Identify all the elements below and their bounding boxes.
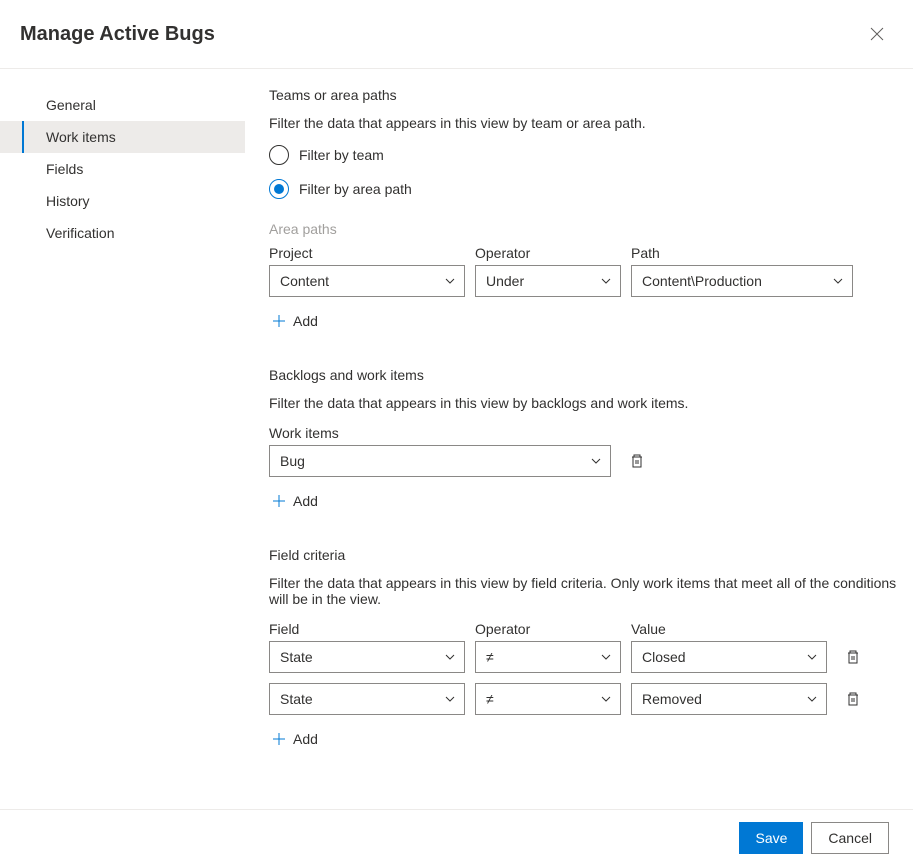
cancel-button[interactable]: Cancel	[811, 822, 889, 854]
field-label: Field	[269, 621, 465, 637]
dialog-header: Manage Active Bugs	[0, 0, 913, 69]
section-title: Backlogs and work items	[269, 367, 903, 383]
value-label: Value	[631, 621, 827, 637]
delete-criteria-button[interactable]	[837, 641, 869, 673]
add-label: Add	[293, 493, 318, 509]
teams-section: Teams or area paths Filter the data that…	[269, 87, 903, 335]
dropdown-value: Removed	[642, 691, 702, 707]
work-items-label: Work items	[269, 425, 903, 441]
sidebar: General Work items Fields History Verifi…	[0, 69, 245, 809]
dropdown-value: Bug	[280, 453, 305, 469]
section-title: Field criteria	[269, 547, 903, 563]
field-dropdown[interactable]: State	[269, 641, 465, 673]
area-path-row: Project Content Operator Under Path	[269, 245, 903, 297]
radio-icon	[269, 145, 289, 165]
dropdown-value: State	[280, 649, 313, 665]
work-item-row: Bug	[269, 445, 903, 477]
field-dropdown[interactable]: State	[269, 683, 465, 715]
project-dropdown[interactable]: Content	[269, 265, 465, 297]
add-label: Add	[293, 731, 318, 747]
project-label: Project	[269, 245, 465, 261]
add-criteria-button[interactable]: Add	[269, 725, 903, 753]
section-desc: Filter the data that appears in this vie…	[269, 115, 903, 131]
work-item-dropdown[interactable]: Bug	[269, 445, 611, 477]
trash-icon	[845, 649, 861, 665]
trash-icon	[629, 453, 645, 469]
chevron-down-icon	[806, 651, 818, 663]
dropdown-value: Under	[486, 273, 524, 289]
delete-work-item-button[interactable]	[621, 445, 653, 477]
chevron-down-icon	[600, 651, 612, 663]
add-label: Add	[293, 313, 318, 329]
operator-label: Operator	[475, 621, 621, 637]
chevron-down-icon	[832, 275, 844, 287]
dropdown-value: Content\Production	[642, 273, 762, 289]
dropdown-value: Content	[280, 273, 329, 289]
sidebar-item-label: History	[46, 193, 90, 209]
area-paths-label: Area paths	[269, 221, 903, 237]
content-area: Teams or area paths Filter the data that…	[245, 69, 913, 809]
criteria-row: State ≠ Removed	[269, 683, 903, 715]
sidebar-item-label: Work items	[46, 129, 116, 145]
dialog-footer: Save Cancel	[0, 809, 913, 866]
chevron-down-icon	[806, 693, 818, 705]
section-desc: Filter the data that appears in this vie…	[269, 575, 903, 607]
sidebar-item-general[interactable]: General	[0, 89, 245, 121]
value-dropdown[interactable]: Removed	[631, 683, 827, 715]
radio-filter-by-team[interactable]: Filter by team	[269, 145, 903, 165]
path-label: Path	[631, 245, 853, 261]
plus-icon	[271, 731, 287, 747]
chevron-down-icon	[590, 455, 602, 467]
close-button[interactable]	[861, 18, 893, 50]
delete-criteria-button[interactable]	[837, 683, 869, 715]
chevron-down-icon	[444, 651, 456, 663]
chevron-down-icon	[600, 275, 612, 287]
radio-label: Filter by area path	[299, 181, 412, 197]
radio-icon	[269, 179, 289, 199]
dropdown-value: ≠	[486, 691, 494, 707]
radio-label: Filter by team	[299, 147, 384, 163]
operator-dropdown[interactable]: ≠	[475, 641, 621, 673]
dropdown-value: ≠	[486, 649, 494, 665]
plus-icon	[271, 313, 287, 329]
chevron-down-icon	[600, 693, 612, 705]
sidebar-item-label: General	[46, 97, 96, 113]
save-button[interactable]: Save	[739, 822, 803, 854]
backlogs-section: Backlogs and work items Filter the data …	[269, 367, 903, 515]
trash-icon	[845, 691, 861, 707]
sidebar-item-fields[interactable]: Fields	[0, 153, 245, 185]
sidebar-item-work-items[interactable]: Work items	[0, 121, 245, 153]
operator-dropdown[interactable]: Under	[475, 265, 621, 297]
plus-icon	[271, 493, 287, 509]
criteria-row: Field State Operator ≠ Value	[269, 621, 903, 673]
dialog-body: General Work items Fields History Verifi…	[0, 69, 913, 809]
dropdown-value: State	[280, 691, 313, 707]
operator-label: Operator	[475, 245, 621, 261]
dialog-title: Manage Active Bugs	[20, 23, 215, 46]
chevron-down-icon	[444, 693, 456, 705]
add-work-item-button[interactable]: Add	[269, 487, 903, 515]
section-title: Teams or area paths	[269, 87, 903, 103]
value-dropdown[interactable]: Closed	[631, 641, 827, 673]
close-icon	[869, 26, 885, 42]
sidebar-item-label: Verification	[46, 225, 114, 241]
section-desc: Filter the data that appears in this vie…	[269, 395, 903, 411]
criteria-section: Field criteria Filter the data that appe…	[269, 547, 903, 753]
path-dropdown[interactable]: Content\Production	[631, 265, 853, 297]
operator-dropdown[interactable]: ≠	[475, 683, 621, 715]
chevron-down-icon	[444, 275, 456, 287]
dropdown-value: Closed	[642, 649, 686, 665]
sidebar-item-label: Fields	[46, 161, 83, 177]
sidebar-item-verification[interactable]: Verification	[0, 217, 245, 249]
sidebar-item-history[interactable]: History	[0, 185, 245, 217]
add-area-path-button[interactable]: Add	[269, 307, 903, 335]
radio-filter-by-area[interactable]: Filter by area path	[269, 179, 903, 199]
